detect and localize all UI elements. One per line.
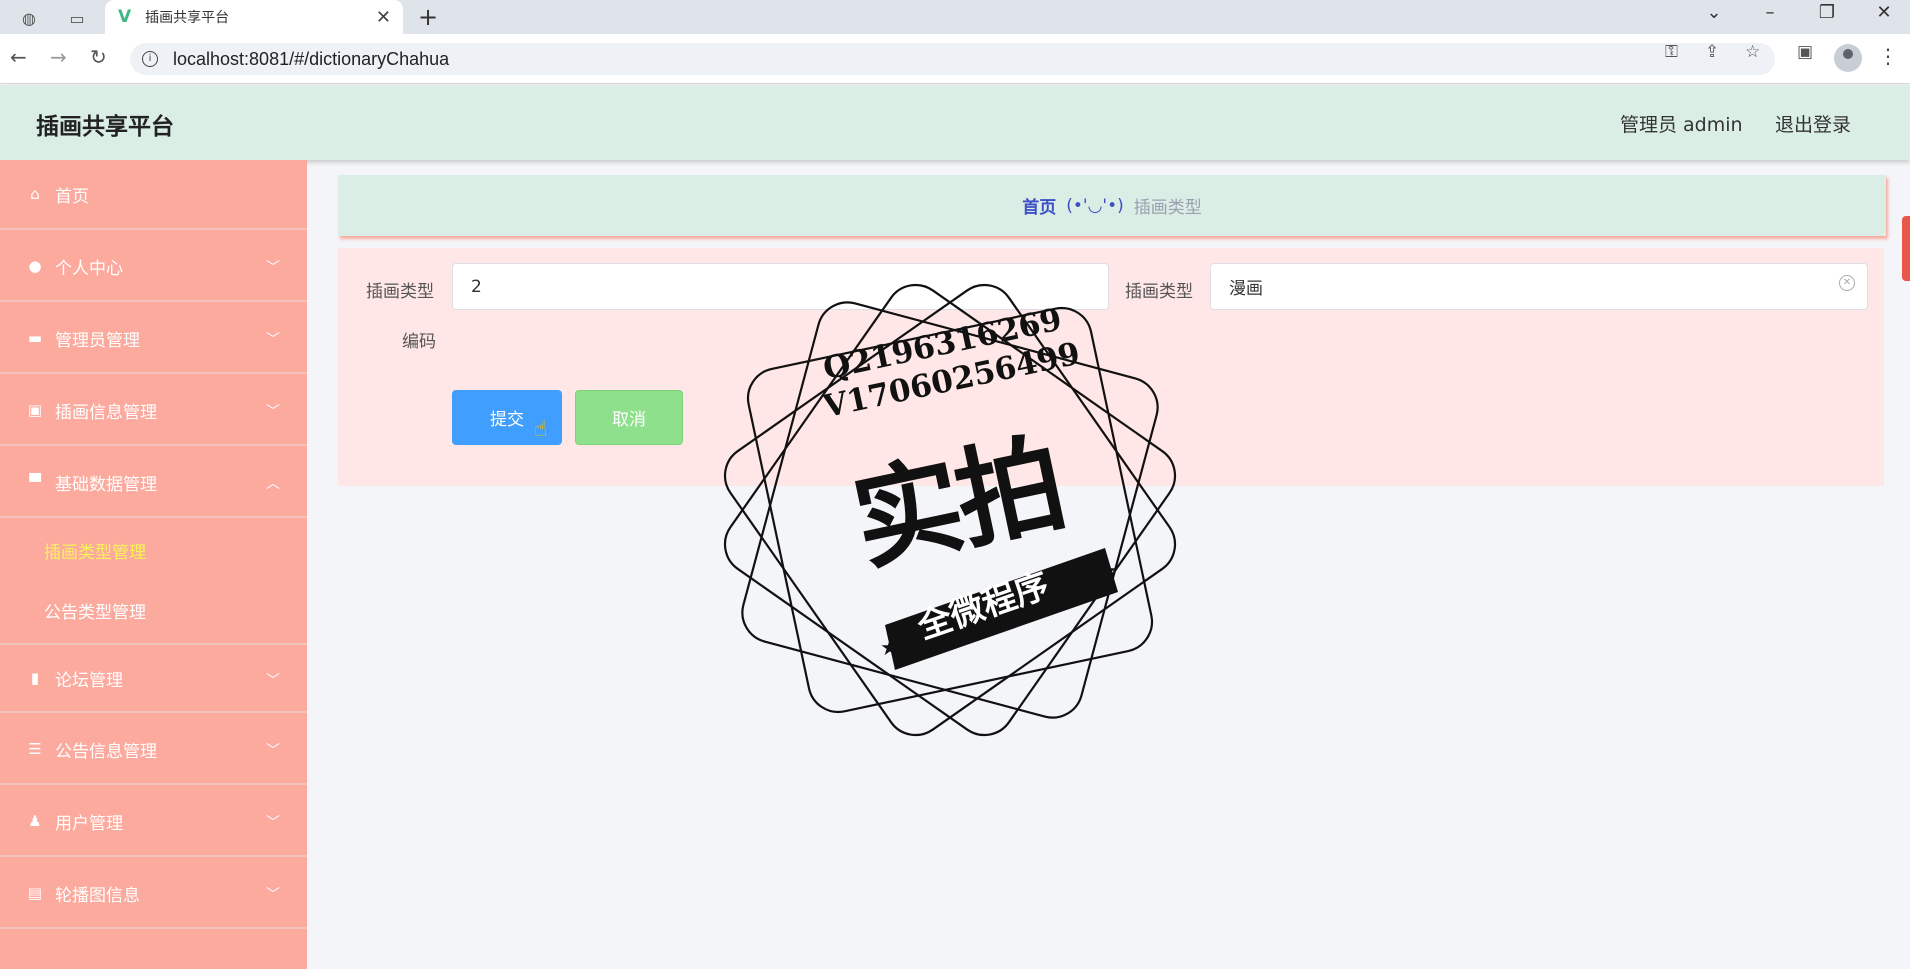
pinned-tab-icon[interactable]: ▭ bbox=[62, 5, 92, 31]
minimize-icon[interactable]: – bbox=[1755, 2, 1785, 23]
chevron-down-icon: ﹀ bbox=[266, 743, 280, 759]
tab-close-icon[interactable]: ✕ bbox=[376, 7, 391, 28]
svg-text:★: ★ bbox=[1098, 559, 1118, 584]
bar-chart-icon: ▮ bbox=[30, 669, 40, 687]
code-field-label: 插画类型 bbox=[366, 282, 434, 302]
globe-icon[interactable]: ◍ bbox=[14, 5, 44, 31]
sidebar-item-label: 个人中心 bbox=[55, 258, 123, 279]
sidebar-item-basic-data-management[interactable]: ▀ 基础数据管理 ︿ bbox=[0, 448, 307, 518]
current-user-label: 管理员 admin bbox=[1620, 114, 1743, 136]
browser-tab-bar: ◍ ▭ V 插画共享平台 ✕ + ⌄ – ❐ ✕ bbox=[0, 0, 1910, 34]
window-close-icon[interactable]: ✕ bbox=[1869, 2, 1899, 23]
star-icon[interactable]: ☆ bbox=[1745, 42, 1760, 62]
sidebar-item-label: 公告信息管理 bbox=[55, 741, 157, 762]
browser-tab-active[interactable]: V 插画共享平台 ✕ bbox=[105, 0, 403, 34]
tab-search-icon[interactable]: ⌄ bbox=[1699, 2, 1729, 23]
sidebar-item-label: 插画信息管理 bbox=[55, 402, 157, 423]
more-menu-icon[interactable]: ⋮ bbox=[1878, 44, 1898, 68]
sidebar-item-personal-center[interactable]: ● 个人中心 ﹀ bbox=[0, 232, 307, 302]
sidebar-item-label: 首页 bbox=[55, 186, 89, 207]
svg-text:★: ★ bbox=[880, 636, 900, 661]
sidebar-panel-icon[interactable]: ▣ bbox=[1797, 42, 1813, 62]
sidebar-subitem-label: 插画类型管理 bbox=[44, 542, 146, 563]
reload-icon[interactable]: ↻ bbox=[90, 45, 107, 69]
sidebar-item-label: 轮播图信息 bbox=[55, 885, 140, 906]
share-icon[interactable]: ⇪ bbox=[1705, 42, 1719, 62]
sidebar-item-label: 论坛管理 bbox=[55, 670, 123, 691]
chevron-down-icon: ﹀ bbox=[266, 404, 280, 420]
stamp-icon: ♟ bbox=[28, 812, 42, 830]
clear-input-icon[interactable]: ✕ bbox=[1839, 275, 1855, 291]
app-header: 插画共享平台 管理员 admin 退出登录 bbox=[0, 85, 1910, 160]
url-text[interactable]: localhost:8081/#/dictionaryChahua bbox=[173, 49, 449, 70]
sidebar-subitem-illustration-type[interactable]: 插画类型管理 bbox=[0, 520, 307, 580]
chevron-down-icon: ﹀ bbox=[266, 332, 280, 348]
watermark-stamp: ★ ★ Q2196316269 V17060256499 实拍 全微程序 bbox=[720, 280, 1180, 740]
app-title: 插画共享平台 bbox=[36, 114, 174, 140]
forward-icon[interactable]: → bbox=[50, 45, 67, 69]
browser-toolbar: ← → ↻ i localhost:8081/#/dictionaryChahu… bbox=[0, 34, 1910, 84]
breadcrumb-current: 插画类型 bbox=[1133, 198, 1202, 218]
side-scroll-handle[interactable] bbox=[1902, 216, 1910, 281]
document-icon: ▤ bbox=[27, 884, 43, 902]
restore-icon[interactable]: ❐ bbox=[1812, 2, 1842, 23]
sidebar-subitem-label: 公告类型管理 bbox=[44, 602, 146, 623]
code-field-label-suffix: 编码 bbox=[402, 332, 436, 352]
sidebar-item-label: 基础数据管理 bbox=[55, 474, 157, 495]
monitor-icon: ▀ bbox=[29, 473, 41, 491]
sidebar-item-illustration-management[interactable]: ▣ 插画信息管理 ﹀ bbox=[0, 376, 307, 446]
new-tab-icon[interactable]: + bbox=[418, 3, 438, 31]
back-icon[interactable]: ← bbox=[10, 45, 27, 69]
cancel-button[interactable]: 取消 bbox=[575, 390, 683, 445]
sidebar-item-notice-management[interactable]: ☰ 公告信息管理 ﹀ bbox=[0, 715, 307, 785]
chevron-down-icon: ﹀ bbox=[266, 815, 280, 831]
sidebar-item-user-management[interactable]: ♟ 用户管理 ﹀ bbox=[0, 787, 307, 857]
address-bar[interactable]: i localhost:8081/#/dictionaryChahua bbox=[130, 43, 1775, 75]
sidebar-subitem-notice-type[interactable]: 公告类型管理 bbox=[0, 580, 307, 640]
sidebar-item-label: 管理员管理 bbox=[55, 330, 140, 351]
chevron-up-icon: ︿ bbox=[266, 476, 280, 492]
chevron-down-icon: ﹀ bbox=[266, 673, 280, 689]
hand-cursor-icon: ☝ bbox=[534, 417, 548, 442]
key-icon[interactable]: ⚿ bbox=[1665, 42, 1678, 62]
sidebar-item-home[interactable]: ⌂ 首页 bbox=[0, 160, 307, 230]
user-icon: ● bbox=[28, 257, 42, 275]
vue-favicon-icon: V bbox=[118, 7, 132, 27]
sidebar-item-forum-management[interactable]: ▮ 论坛管理 ﹀ bbox=[0, 643, 307, 713]
breadcrumb-home[interactable]: 首页 bbox=[1022, 193, 1056, 218]
clipboard-icon: ▣ bbox=[27, 401, 43, 419]
sidebar-menu: ⌂ 首页 ● 个人中心 ﹀ ▬ 管理员管理 ﹀ ▣ 插画信息管理 ﹀ ▀ 基础数… bbox=[0, 160, 307, 969]
chevron-down-icon: ﹀ bbox=[266, 260, 280, 276]
sidebar-item-admin-management[interactable]: ▬ 管理员管理 ﹀ bbox=[0, 304, 307, 374]
breadcrumb: 首页 (•'◡'•) 插画类型 bbox=[338, 175, 1886, 236]
list-icon: ☰ bbox=[28, 740, 42, 758]
logout-link[interactable]: 退出登录 bbox=[1775, 110, 1851, 137]
chevron-down-icon: ﹀ bbox=[266, 887, 280, 903]
briefcase-icon: ▬ bbox=[27, 329, 43, 347]
site-info-icon[interactable]: i bbox=[142, 51, 158, 67]
type-name-input[interactable] bbox=[1210, 263, 1868, 310]
breadcrumb-separator: (•'◡'•) bbox=[1066, 195, 1124, 216]
profile-avatar[interactable] bbox=[1834, 44, 1862, 72]
sidebar-item-label: 用户管理 bbox=[55, 813, 123, 834]
home-icon: ⌂ bbox=[30, 185, 40, 203]
sidebar-item-carousel-info[interactable]: ▤ 轮播图信息 ﹀ bbox=[0, 859, 307, 929]
tab-title: 插画共享平台 bbox=[145, 10, 230, 26]
